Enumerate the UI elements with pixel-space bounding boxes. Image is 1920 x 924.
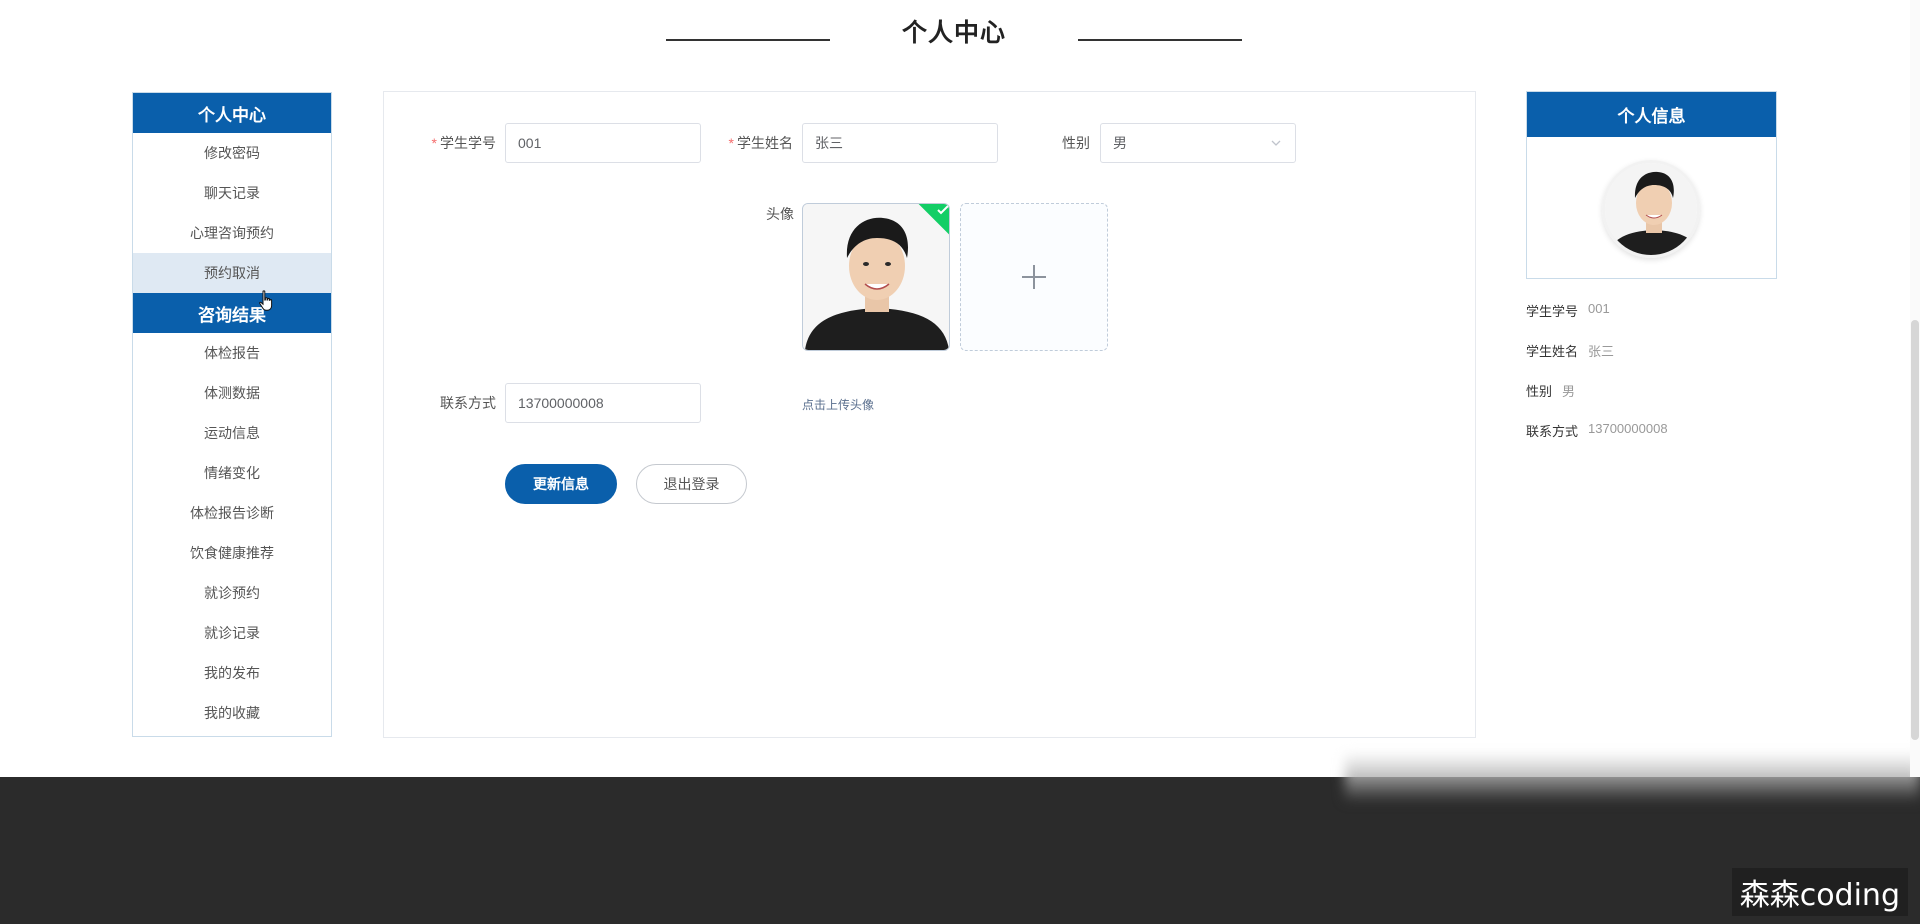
profile-row-student-no: 学生学号 001 xyxy=(1526,301,1610,319)
heading-divider-right xyxy=(1078,39,1242,41)
sidebar-item-change-password[interactable]: 修改密码 xyxy=(133,133,331,173)
plus-icon xyxy=(1022,265,1046,289)
chevron-down-icon xyxy=(1271,140,1281,146)
page-heading: 个人中心 xyxy=(0,10,1908,50)
sidebar-item-checkup-report[interactable]: 体检报告 xyxy=(133,333,331,373)
gender-label: 性别 xyxy=(1062,135,1090,151)
phone-input[interactable] xyxy=(505,383,701,423)
sidebar-item-fitness-data[interactable]: 体测数据 xyxy=(133,373,331,413)
student-no-input[interactable] xyxy=(505,123,701,163)
profile-row-student-name: 学生姓名 张三 xyxy=(1526,344,1615,359)
update-info-button[interactable]: 更新信息 xyxy=(505,464,617,504)
sidebar-item-my-posts[interactable]: 我的发布 xyxy=(133,653,331,693)
phone-label: 联系方式 xyxy=(440,395,496,411)
check-icon xyxy=(937,205,949,215)
scrollbar-thumb[interactable] xyxy=(1911,320,1919,740)
gender-select[interactable]: 男 xyxy=(1100,123,1296,163)
avatar-photo xyxy=(803,204,949,350)
sidebar-item-visit-appointment[interactable]: 就诊预约 xyxy=(133,573,331,613)
profile-info-card: 个人信息 xyxy=(1526,91,1777,279)
heading-divider-left xyxy=(666,39,830,41)
sidebar-item-mood-changes[interactable]: 情绪变化 xyxy=(133,453,331,493)
profile-form-panel: *学生学号 *学生姓名 性别 男 头像 点击上传头像 联系方式 更新信息 退出登… xyxy=(383,91,1476,738)
avatar-label: 头像 xyxy=(766,206,794,222)
sidebar-item-exercise-info[interactable]: 运动信息 xyxy=(133,413,331,453)
avatar-preview[interactable] xyxy=(802,203,950,351)
student-no-label: * 学生学号 xyxy=(431,135,496,151)
profile-row-phone: 联系方式 13700000008 xyxy=(1526,421,1668,439)
sidebar-item-visit-records[interactable]: 就诊记录 xyxy=(133,613,331,653)
logout-button[interactable]: 退出登录 xyxy=(636,464,747,504)
footer-blur-overlay xyxy=(1345,752,1920,800)
student-name-input[interactable] xyxy=(802,123,998,163)
profile-row-gender: 性别男 xyxy=(1526,384,1576,399)
student-name-label: * 学生姓名 xyxy=(728,135,793,151)
page-title: 个人中心 xyxy=(901,19,1006,47)
upload-avatar-tip[interactable]: 点击上传头像 xyxy=(802,396,874,413)
sidebar-item-counseling-appointment[interactable]: 心理咨询预约 xyxy=(133,213,331,253)
profile-avatar xyxy=(1602,160,1700,258)
sidebar-item-report-diagnosis[interactable]: 体检报告诊断 xyxy=(133,493,331,533)
sidebar-item-chat-records[interactable]: 聊天记录 xyxy=(133,173,331,213)
sidebar-item-counseling-results[interactable]: 咨询结果 xyxy=(133,293,331,333)
avatar-upload-button[interactable] xyxy=(960,203,1108,351)
page-scrollbar[interactable] xyxy=(1910,0,1920,777)
sidebar-header: 个人中心 xyxy=(133,93,331,133)
profile-info-header: 个人信息 xyxy=(1527,92,1776,137)
sidebar-item-diet-recommendation[interactable]: 饮食健康推荐 xyxy=(133,533,331,573)
sidebar-item-my-favorites[interactable]: 我的收藏 xyxy=(133,693,331,733)
sidebar-menu: 个人中心 修改密码 聊天记录 心理咨询预约 预约取消 咨询结果 体检报告 体测数… xyxy=(132,92,332,737)
gender-select-value: 男 xyxy=(1113,135,1127,151)
video-watermark: 森森coding xyxy=(1731,868,1908,916)
sidebar-item-cancel-appointment[interactable]: 预约取消 xyxy=(133,253,331,293)
hand-pointer-icon xyxy=(259,290,273,311)
